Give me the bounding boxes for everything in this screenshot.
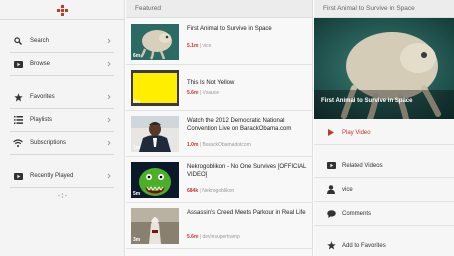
sidebar-item-label: Subscriptions (30, 140, 67, 146)
chevron-right-icon (107, 38, 111, 44)
video-thumbnail: 1m (131, 116, 179, 152)
video-channel: vice (202, 43, 212, 49)
comments-button[interactable]: Comments (314, 202, 454, 226)
video-views: 1.0m (187, 142, 199, 148)
sidebar-item-browse[interactable]: Browse (0, 53, 124, 75)
video-thumbnail: 8m (131, 70, 179, 106)
divider (10, 75, 114, 76)
app-logo[interactable] (0, 0, 124, 20)
video-meta: 684k | Nekrogoblikon (187, 188, 234, 194)
logo-icon (57, 5, 68, 16)
chevron-right-icon (107, 61, 111, 67)
video-duration: 5m (133, 191, 141, 197)
video-channel: Vsauce (202, 90, 220, 96)
video-duration: 8m (133, 99, 141, 105)
video-views: 5.6m (187, 234, 199, 240)
video-views: 684k (187, 188, 199, 194)
video-thumbnail: 3m (131, 208, 179, 244)
divider (10, 154, 114, 155)
sidebar-item-label: Search (30, 38, 50, 44)
video-duration: 1m (133, 145, 141, 151)
sidebar-item-label: Playlists (30, 117, 53, 123)
video-title: Assassin's Creed Meets Parkour in Real L… (187, 210, 306, 216)
sidebar: Search Browse Favorites Playlists Subscr… (0, 0, 125, 256)
sidebar-item-label: Recently Played (30, 173, 74, 179)
video-channel: devinsupertramp (202, 234, 240, 240)
action-label: Play Video (342, 129, 371, 136)
drag-handle-icon[interactable] (58, 193, 67, 198)
sidebar-item-search[interactable]: Search (0, 30, 124, 52)
play-icon (326, 128, 336, 138)
video-meta: 5.6m | devinsupertramp (187, 234, 240, 240)
video-channel: BarackObamadotcom (202, 142, 251, 148)
featured-list: Featured 6m First Animal to Survive in S… (126, 0, 313, 256)
sidebar-item-recently-played[interactable]: Recently Played (0, 165, 124, 187)
video-title: Watch the 2012 Democratic National Conve… (187, 118, 292, 132)
video-meta: 1.0m | BarackObamadotcom (187, 142, 251, 148)
play-square-icon (12, 58, 24, 70)
video-row[interactable]: 8m This Is Not Yellow 5.6m | Vsauce (126, 65, 313, 111)
sidebar-item-playlists[interactable]: Playlists (0, 109, 124, 131)
action-label: Comments (342, 210, 372, 217)
video-views: 5.6m (187, 90, 199, 96)
action-label: vice (342, 186, 353, 193)
sidebar-item-label: Browse (30, 61, 51, 67)
video-row[interactable]: 5m Nekrogoblikon - No One Survives [OFFI… (126, 157, 313, 203)
play-square-icon (326, 161, 336, 171)
video-row[interactable]: 3m Assassin's Creed Meets Parkour in Rea… (126, 203, 313, 249)
sidebar-item-label: Favorites (30, 94, 55, 100)
action-label: Related Videos (342, 162, 383, 169)
sidebar-item-subscriptions[interactable]: Subscriptions (0, 132, 124, 154)
featured-header: Featured (126, 0, 312, 18)
search-icon (12, 35, 24, 47)
video-title: Nekrogoblikon - No One Survives [OFFICIA… (187, 164, 307, 178)
list-icon (12, 114, 24, 126)
play-square-icon (12, 170, 24, 182)
video-title: This Is Not Yellow (187, 80, 235, 86)
video-duration: 6m (133, 53, 141, 59)
related-videos-button[interactable]: Related Videos (314, 154, 454, 178)
star-icon (326, 241, 336, 251)
action-label: Add to Favorites (342, 242, 386, 249)
chevron-right-icon (107, 117, 111, 123)
video-title: First Animal to Survive in Space (187, 26, 272, 32)
channel-button[interactable]: vice (314, 178, 454, 202)
video-duration: 3m (133, 237, 141, 243)
video-detail-panel: First Animal to Survive in Space First A… (314, 0, 454, 256)
video-thumbnail: 5m (131, 162, 179, 198)
chevron-right-icon (107, 173, 111, 179)
video-views: 5.1m (187, 43, 199, 49)
add-to-favorites-button[interactable]: Add to Favorites (314, 234, 454, 256)
chevron-right-icon (107, 140, 111, 146)
video-row[interactable]: 6m First Animal to Survive in Space 5.1m… (126, 19, 313, 65)
sidebar-item-favorites[interactable]: Favorites (0, 86, 124, 108)
chevron-right-icon (107, 94, 111, 100)
play-video-button[interactable]: Play Video (314, 121, 454, 145)
divider (10, 187, 114, 188)
hero-video-preview[interactable]: First Animal to Survive in Space (314, 18, 454, 119)
video-thumbnail: 6m (131, 24, 179, 60)
wifi-icon (12, 137, 24, 149)
hero-caption: First Animal to Survive in Space (321, 98, 413, 104)
star-icon (12, 91, 24, 103)
video-channel: Nekrogoblikon (202, 188, 235, 194)
video-meta: 5.6m | Vsauce (187, 90, 219, 96)
comment-icon (326, 209, 336, 219)
video-row[interactable]: 1m Watch the 2012 Democratic National Co… (126, 111, 313, 157)
detail-header: First Animal to Survive in Space (314, 0, 454, 18)
user-icon (326, 185, 336, 195)
video-meta: 5.1m | vice (187, 43, 211, 49)
